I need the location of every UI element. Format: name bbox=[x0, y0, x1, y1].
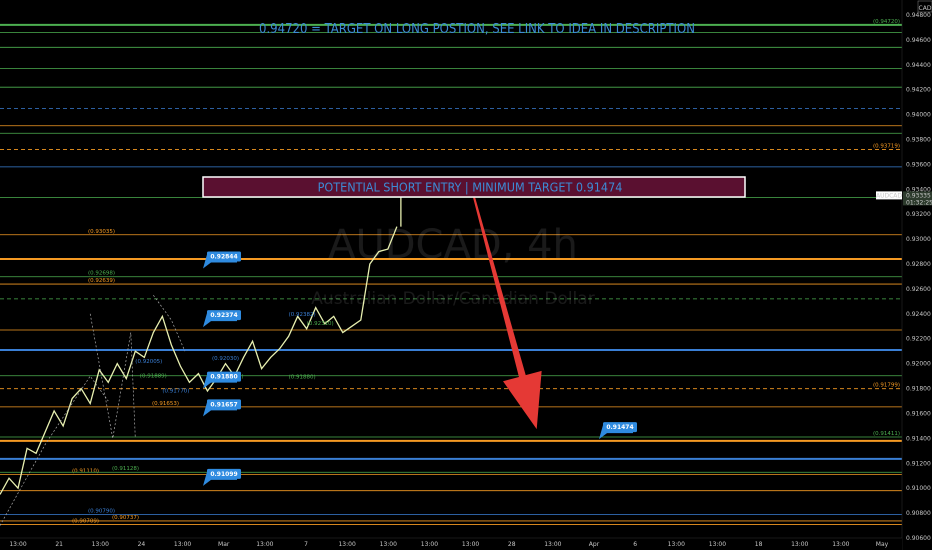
time-tick-label: 13:00 bbox=[832, 541, 849, 548]
price-tick-label: 0.91400 bbox=[906, 435, 931, 442]
level-label: (0.92698) bbox=[88, 271, 115, 277]
level-label: (0.91799) bbox=[873, 383, 900, 389]
time-tick-label: 13:00 bbox=[9, 541, 26, 548]
currency-badge: CAD bbox=[917, 0, 932, 13]
entry-box-text: POTENTIAL SHORT ENTRY | MINIMUM TARGET 0… bbox=[318, 180, 623, 195]
time-tick-label: 7 bbox=[304, 541, 308, 548]
level-label: (0.91110) bbox=[72, 468, 99, 474]
price-tag-label: 0.92844 bbox=[210, 254, 237, 261]
price-tick-label: 0.94000 bbox=[906, 112, 931, 119]
price-tick-label: 0.93600 bbox=[906, 161, 931, 168]
time-tick-label: 13:00 bbox=[338, 541, 355, 548]
headline-text: 0.94720 = TARGET ON LONG POSTION, SEE LI… bbox=[259, 22, 695, 37]
price-tick-label: 0.93200 bbox=[906, 211, 931, 218]
level-label: (0.91411) bbox=[873, 431, 900, 437]
price-tick-label: 0.92000 bbox=[906, 361, 931, 368]
price-tick-label: 0.90800 bbox=[906, 510, 931, 517]
price-tag-label: 0.91099 bbox=[210, 471, 237, 478]
price-tick-label: 0.90600 bbox=[906, 535, 931, 542]
time-tick-label: 13:00 bbox=[92, 541, 109, 548]
time-tick-label: 13:00 bbox=[668, 541, 685, 548]
swing-label: (0.92005) bbox=[135, 359, 162, 365]
price-tick-label: 0.92400 bbox=[906, 311, 931, 318]
swing-label: (0.92030) bbox=[212, 356, 239, 362]
price-tick-label: 0.91600 bbox=[906, 410, 931, 417]
level-label: (0.91653) bbox=[152, 401, 179, 407]
price-tick-label: 0.94200 bbox=[906, 87, 931, 94]
time-tick-label: 13:00 bbox=[174, 541, 191, 548]
swing-label: (0.92310) bbox=[307, 321, 334, 327]
current-symbol: AUDCAD bbox=[876, 192, 902, 199]
chart-background bbox=[0, 0, 932, 550]
symbol-watermark: AUDCAD, 4h Australian Dollar/Canadian Do… bbox=[311, 222, 594, 309]
level-label: (0.94720) bbox=[873, 19, 900, 25]
time-tick-label: 13:00 bbox=[544, 541, 561, 548]
watermark-symbol: AUDCAD, 4h bbox=[328, 222, 578, 268]
entry-box[interactable]: POTENTIAL SHORT ENTRY | MINIMUM TARGET 0… bbox=[202, 176, 746, 198]
currency-label: CAD bbox=[919, 5, 932, 12]
time-tick-label: Apr bbox=[589, 541, 600, 548]
price-tick-label: 0.92800 bbox=[906, 261, 931, 268]
price-tick-label: 0.91800 bbox=[906, 386, 931, 393]
price-tick-label: 0.91200 bbox=[906, 460, 931, 467]
current-price-value: 0.93335 bbox=[906, 192, 931, 199]
time-tick-label: Mar bbox=[218, 541, 230, 548]
level-label: (0.93719) bbox=[873, 144, 900, 150]
time-tick-label: 24 bbox=[138, 541, 146, 548]
price-tick-label: 0.92600 bbox=[906, 286, 931, 293]
level-label: (0.90737) bbox=[112, 515, 139, 521]
time-tick-label: May bbox=[876, 541, 889, 548]
time-tick-label: 28 bbox=[508, 541, 516, 548]
level-label: (0.93035) bbox=[88, 229, 115, 235]
time-tick-label: 13:00 bbox=[462, 541, 479, 548]
watermark-name: Australian Dollar/Canadian Dollar bbox=[311, 289, 594, 309]
time-axis[interactable]: 13:00 21 13:00 24 13:00 Mar 13:00 7 13:00 13:00 13… bbox=[0, 537, 902, 550]
price-tag-label: 0.91880 bbox=[210, 374, 237, 381]
time-tick-label: 21 bbox=[55, 541, 63, 548]
price-tick-label: 0.93800 bbox=[906, 136, 931, 143]
bar-countdown: 01:32:25 bbox=[906, 199, 932, 206]
time-tick-label: 13:00 bbox=[421, 541, 438, 548]
price-tick-label: 0.91000 bbox=[906, 485, 931, 492]
level-label: (0.90709) bbox=[72, 518, 99, 524]
time-tick-label: 13:00 bbox=[791, 541, 808, 548]
swing-label: (0.91770) bbox=[162, 388, 189, 394]
time-tick-label: 13:00 bbox=[709, 541, 726, 548]
swing-label: (0.92382) bbox=[289, 312, 316, 318]
price-tag-label: 0.91657 bbox=[210, 401, 237, 408]
price-tick-label: 0.93000 bbox=[906, 236, 931, 243]
swing-label: (0.91889) bbox=[140, 373, 167, 379]
price-tag-label: 0.91474 bbox=[606, 424, 633, 431]
time-tick-label: 18 bbox=[755, 541, 763, 548]
swing-label: (0.91880) bbox=[289, 375, 316, 381]
level-label: (0.92639) bbox=[88, 278, 115, 284]
time-tick-label: 13:00 bbox=[256, 541, 273, 548]
price-tick-label: 0.92200 bbox=[906, 336, 931, 343]
time-tick-label: 13:00 bbox=[380, 541, 397, 548]
level-label: (0.91128) bbox=[112, 466, 139, 472]
price-tick-label: 0.94800 bbox=[906, 12, 931, 19]
level-label: (0.90790) bbox=[88, 508, 115, 514]
price-tick-label: 0.94400 bbox=[906, 62, 931, 69]
price-tag-label: 0.92374 bbox=[210, 312, 237, 319]
time-tick-label: 6 bbox=[633, 541, 637, 548]
price-tick-label: 0.94600 bbox=[906, 37, 931, 44]
price-chart[interactable]: (0.94720)(0.93719)(0.93035)(0.92698)(0.9… bbox=[0, 0, 932, 550]
